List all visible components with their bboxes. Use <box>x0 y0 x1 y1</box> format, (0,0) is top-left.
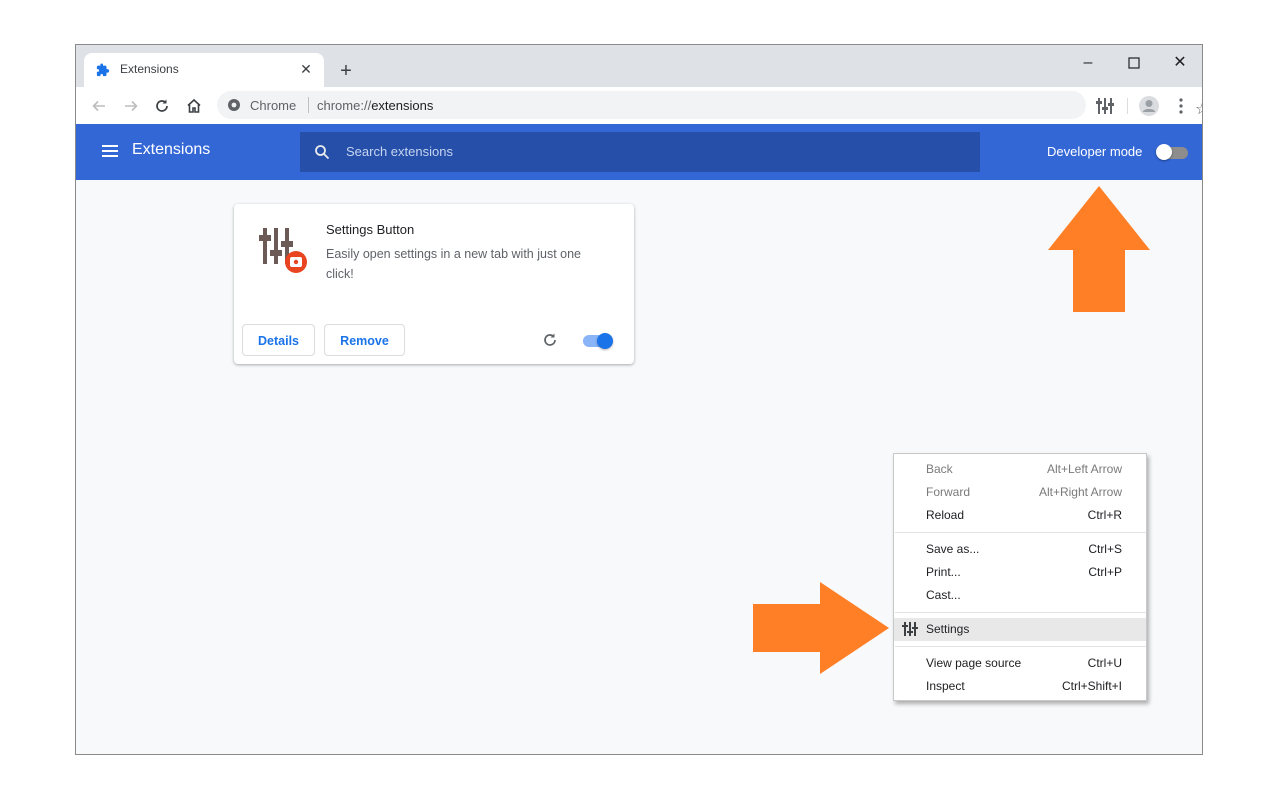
browser-toolbar: Chrome chrome://extensions ☆ <box>76 87 1202 124</box>
home-icon <box>187 98 201 113</box>
search-placeholder: Search extensions <box>346 144 453 159</box>
back-button[interactable] <box>88 95 110 117</box>
menu-item-reload[interactable]: Reload Ctrl+R <box>894 504 1146 527</box>
page-title: Extensions <box>132 141 211 158</box>
arrow-right-icon <box>125 100 138 112</box>
omnibox-divider <box>308 97 309 113</box>
details-button[interactable]: Details <box>242 324 315 356</box>
reload-extension-icon[interactable] <box>542 332 558 348</box>
tab-title: Extensions <box>120 62 179 76</box>
extension-card: Settings Button Easily open settings in … <box>234 204 634 364</box>
menu-item-label: Forward <box>926 485 971 499</box>
menu-item-cast[interactable]: Cast... <box>894 584 1146 607</box>
url-text: chrome://extensions <box>317 98 433 113</box>
extension-description: Easily open settings in a new tab with j… <box>326 247 582 281</box>
tab-strip: Extensions ✕ + – ✕ <box>76 45 1202 87</box>
profile-avatar-icon[interactable] <box>1138 95 1160 117</box>
puzzle-icon <box>96 63 110 77</box>
developer-mode-toggle[interactable] <box>1156 144 1188 160</box>
search-icon <box>315 145 330 160</box>
home-button[interactable] <box>183 95 205 117</box>
menu-item-label: Save as... <box>926 542 980 556</box>
url-host: extensions <box>371 98 434 113</box>
extensions-header: Extensions Search extensions Developer m… <box>76 124 1202 180</box>
menu-item-save-as[interactable]: Save as... Ctrl+S <box>894 538 1146 561</box>
tab-extensions[interactable]: Extensions ✕ <box>84 53 324 87</box>
orange-arrow-right <box>753 582 889 674</box>
developer-mode-label: Developer mode <box>1047 144 1143 159</box>
toolbar-divider <box>1127 98 1128 114</box>
menu-item-label: View page source <box>926 656 1022 670</box>
sliders-extension-icon[interactable] <box>1094 95 1116 117</box>
menu-separator <box>895 612 1146 613</box>
menu-item-shortcut: Ctrl+Shift+I <box>1061 679 1122 693</box>
menu-item-forward[interactable]: Forward Alt+Right Arrow <box>894 481 1146 504</box>
toggle-knob <box>597 333 613 349</box>
close-window-button[interactable]: ✕ <box>1158 49 1202 77</box>
orange-arrow-up <box>1048 186 1150 312</box>
menu-item-label: Cast... <box>926 588 961 602</box>
chrome-icon <box>228 99 240 111</box>
search-extensions-input[interactable]: Search extensions <box>300 132 980 172</box>
menu-item-shortcut: Alt+Left Arrow <box>1046 462 1122 476</box>
new-tab-button[interactable]: + <box>334 59 358 83</box>
kebab-menu-icon[interactable] <box>1170 95 1192 117</box>
menu-item-label: Inspect <box>926 679 965 693</box>
maximize-button[interactable] <box>1112 49 1156 77</box>
address-bar[interactable]: Chrome chrome://extensions ☆ <box>217 91 1202 119</box>
menu-item-shortcut: Ctrl+R <box>1087 508 1122 522</box>
arrow-left-icon <box>92 100 105 112</box>
menu-item-shortcut: Alt+Right Arrow <box>1038 485 1122 499</box>
toggle-knob <box>1156 144 1172 160</box>
remove-button[interactable]: Remove <box>324 324 405 356</box>
menu-item-inspect[interactable]: Inspect Ctrl+Shift+I <box>894 675 1146 698</box>
settings-button-extension-icon <box>259 228 307 273</box>
extension-enable-toggle[interactable] <box>583 333 615 349</box>
menu-item-shortcut: Ctrl+S <box>1088 542 1122 556</box>
forward-button[interactable] <box>120 95 142 117</box>
bookmark-star-icon[interactable]: ☆ <box>1195 99 1202 119</box>
hamburger-menu-icon[interactable] <box>102 144 118 158</box>
reload-button[interactable] <box>151 95 173 117</box>
scheme-label: Chrome <box>250 98 297 113</box>
menu-separator <box>895 532 1146 533</box>
maximize-icon <box>1128 57 1140 69</box>
menu-item-shortcut: Ctrl+P <box>1088 565 1122 579</box>
extension-name: Settings Button <box>326 222 415 237</box>
menu-item-view-page-source[interactable]: View page source Ctrl+U <box>894 652 1146 675</box>
minimize-button[interactable]: – <box>1066 49 1110 77</box>
menu-separator <box>895 646 1146 647</box>
menu-item-label: Print... <box>926 565 961 579</box>
menu-item-label: Reload <box>926 508 965 522</box>
context-menu: Back Alt+Left Arrow Forward Alt+Right Ar… <box>893 453 1147 701</box>
menu-item-settings[interactable]: Settings <box>894 618 1146 641</box>
menu-item-label: Settings <box>926 622 970 636</box>
sliders-icon <box>902 622 918 636</box>
menu-item-shortcut: Ctrl+U <box>1087 656 1122 670</box>
menu-item-back[interactable]: Back Alt+Left Arrow <box>894 458 1146 481</box>
menu-item-print[interactable]: Print... Ctrl+P <box>894 561 1146 584</box>
url-prefix: chrome:// <box>317 98 372 113</box>
reload-icon <box>156 99 168 112</box>
menu-item-label: Back <box>926 462 953 476</box>
tab-close-icon[interactable]: ✕ <box>296 59 316 79</box>
